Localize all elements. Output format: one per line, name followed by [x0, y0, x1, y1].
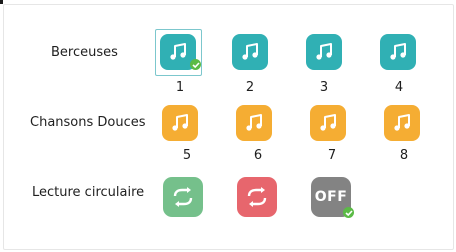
row-label-lecture-circulaire: Lecture circulaire [32, 185, 145, 200]
music-note-icon [320, 114, 336, 131]
berceuse-3-button[interactable] [306, 34, 342, 70]
berceuse-2-button[interactable] [232, 34, 268, 70]
berceuse-3-number: 3 [319, 80, 329, 95]
off-label: OFF [314, 189, 348, 205]
loop-icon [247, 187, 267, 207]
row-label-chansons-douces: Chansons Douces [30, 115, 146, 130]
music-note-icon [316, 43, 332, 60]
chanson-7-button[interactable] [310, 105, 346, 141]
window-corner [0, 0, 3, 4]
chanson-5-number: 5 [182, 148, 192, 163]
loop-green-button[interactable] [163, 177, 203, 217]
music-note-icon [170, 43, 186, 60]
loop-red-button[interactable] [237, 177, 277, 217]
chanson-8-number: 8 [399, 148, 409, 163]
chanson-8-button[interactable] [384, 105, 420, 141]
berceuse-4-number: 4 [394, 80, 404, 95]
selected-check-icon [343, 207, 354, 218]
chanson-6-number: 6 [253, 148, 263, 163]
chanson-7-number: 7 [327, 148, 337, 163]
music-note-icon [172, 114, 188, 131]
chanson-6-button[interactable] [236, 105, 272, 141]
music-note-icon [390, 43, 406, 60]
loop-icon [173, 187, 193, 207]
music-note-icon [394, 114, 410, 131]
berceuse-4-button[interactable] [380, 34, 416, 70]
music-note-icon [246, 114, 262, 131]
berceuse-1-number: 1 [175, 80, 185, 95]
row-label-berceuses: Berceuses [51, 45, 118, 60]
music-note-icon [242, 43, 258, 60]
chanson-5-button[interactable] [162, 105, 198, 141]
selected-check-icon [190, 59, 201, 70]
berceuse-2-number: 2 [245, 80, 255, 95]
